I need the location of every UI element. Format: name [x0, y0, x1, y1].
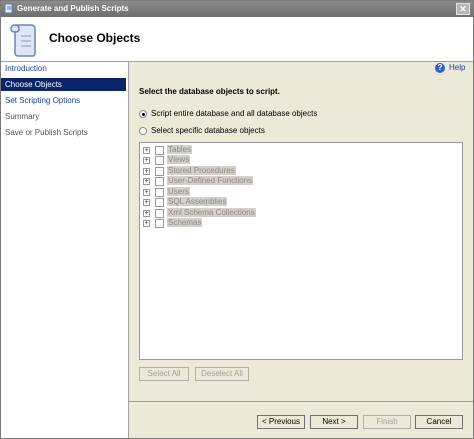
- help-icon: ?: [435, 63, 445, 73]
- checkbox: [155, 209, 164, 218]
- page-header: Choose Objects: [1, 17, 473, 62]
- checkbox: [155, 146, 164, 155]
- tree-item-label: Schemas: [167, 218, 203, 227]
- checkbox: [155, 156, 164, 165]
- checkbox: [155, 188, 164, 197]
- sidebar-item-save-or-publish: Save or Publish Scripts: [5, 128, 88, 137]
- expand-icon: +: [143, 210, 150, 217]
- expand-icon: +: [143, 147, 150, 154]
- instruction-text: Select the database objects to script.: [139, 87, 280, 96]
- sidebar-item-summary: Summary: [5, 112, 40, 121]
- tree-item-label: Stored Procedures: [167, 166, 236, 175]
- title-bar[interactable]: Generate and Publish Scripts ✕: [1, 1, 473, 17]
- window-title: Generate and Publish Scripts: [17, 4, 129, 13]
- wizard-window: Generate and Publish Scripts ✕ Choose Ob…: [0, 0, 474, 439]
- next-button[interactable]: Next >: [310, 415, 358, 429]
- close-button[interactable]: ✕: [456, 3, 470, 15]
- radio-label: Script entire database and all database …: [151, 109, 318, 118]
- checkbox: [155, 177, 164, 186]
- tree-item-label: Views: [167, 155, 191, 164]
- tree-item-label: SQL Assemblies: [167, 197, 228, 206]
- radio-label: Select specific database objects: [151, 126, 265, 135]
- checkbox: [155, 219, 164, 228]
- cancel-button[interactable]: Cancel: [415, 415, 463, 429]
- finish-button[interactable]: Finish: [363, 415, 411, 429]
- checkbox: [155, 198, 164, 207]
- expand-icon: +: [143, 178, 150, 185]
- expand-icon: +: [143, 199, 150, 206]
- help-label: Help: [449, 63, 466, 72]
- tree-item-label: User-Defined Functions: [167, 176, 254, 185]
- radio-button[interactable]: [139, 127, 147, 135]
- tree-item-label: Users: [167, 187, 190, 196]
- expand-icon: +: [143, 157, 150, 164]
- radio-button-selected[interactable]: [139, 110, 147, 118]
- sidebar-item-introduction[interactable]: Introduction: [1, 62, 126, 75]
- expand-icon: +: [143, 220, 150, 227]
- wizard-sidebar: Introduction Choose Objects Set Scriptin…: [1, 62, 129, 438]
- select-all-button[interactable]: Select All: [139, 367, 189, 381]
- tree-item-label: Tables: [167, 145, 193, 154]
- expand-icon: +: [143, 168, 150, 175]
- script-scroll-icon: [10, 24, 36, 57]
- footer-divider: [129, 401, 473, 402]
- object-tree[interactable]: + Tables + Views + Stored Procedures + U…: [139, 142, 463, 360]
- script-scroll-icon: [4, 3, 13, 14]
- tree-item-label: Xml Schema Collections: [167, 208, 256, 217]
- sidebar-item-set-scripting-options[interactable]: Set Scripting Options: [1, 94, 126, 107]
- deselect-all-button[interactable]: Deselect All: [195, 367, 249, 381]
- page-title: Choose Objects: [49, 31, 141, 45]
- expand-icon: +: [143, 189, 150, 196]
- sidebar-item-choose-objects[interactable]: Choose Objects: [1, 78, 126, 91]
- checkbox: [155, 167, 164, 176]
- previous-button[interactable]: < Previous: [257, 415, 305, 429]
